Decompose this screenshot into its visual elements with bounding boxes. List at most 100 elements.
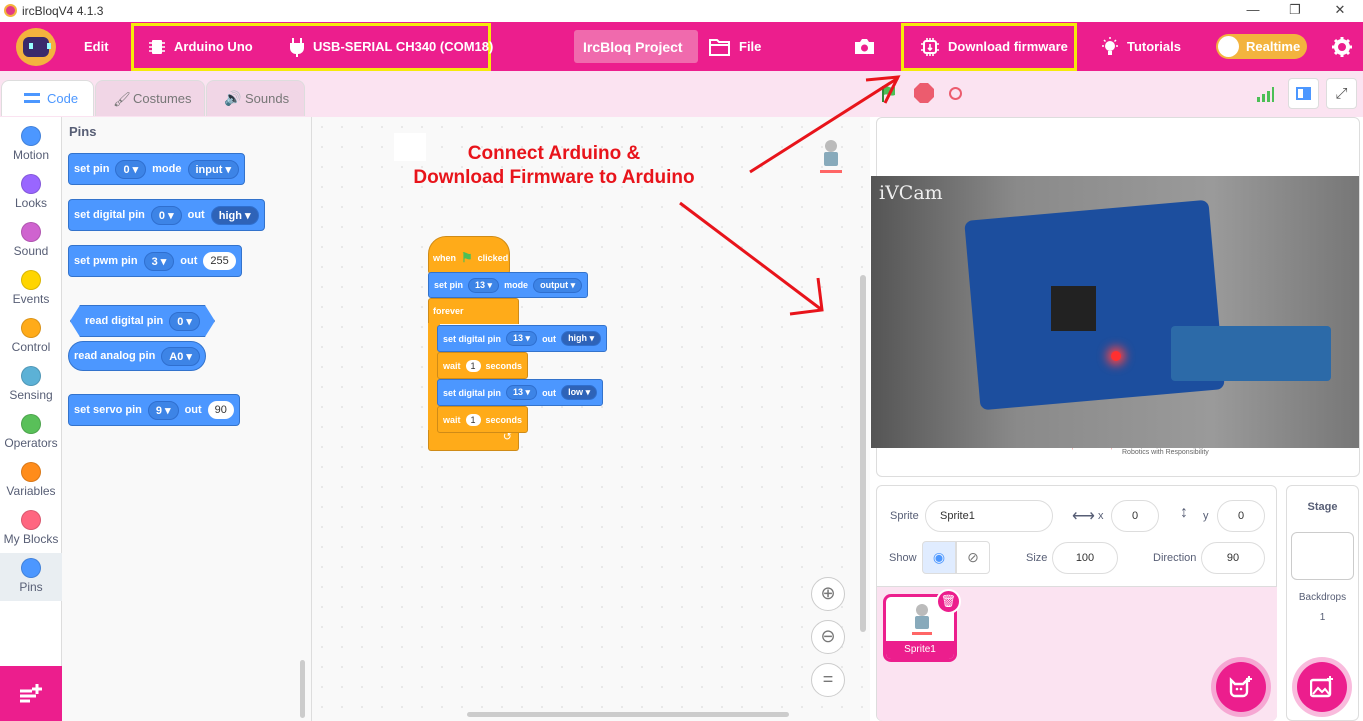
category-motion[interactable]: Motion	[0, 121, 62, 169]
set-pin-block[interactable]: set pin 0 ▾ mode input ▾	[68, 153, 245, 185]
zoom-out-button[interactable]: ⊖	[811, 620, 845, 654]
dropdown-value: high	[218, 209, 242, 222]
project-name-input[interactable]: IrcBloq Project	[574, 30, 698, 63]
ircbloq-logo[interactable]	[16, 28, 56, 66]
close-window-button[interactable]: ✕	[1320, 2, 1360, 20]
pin-dropdown[interactable]: 13 ▾	[506, 331, 538, 346]
pin-dropdown[interactable]: 0 ▾	[115, 159, 147, 179]
annotation-text: Connect Arduino & Download Firmware to A…	[396, 142, 712, 190]
set-digital-low-block[interactable]: set digital pin 13 ▾ out low ▾	[437, 379, 604, 406]
zoom-in-button[interactable]: ⊕	[811, 577, 845, 611]
choose-sprite-button[interactable]	[1216, 662, 1266, 712]
set-servo-pin-block[interactable]: set servo pin 9 ▾ out 90	[68, 394, 240, 426]
mode-dropdown[interactable]: input ▾	[187, 159, 239, 179]
wait-block-1[interactable]: wait 1 seconds	[437, 352, 529, 379]
category-operators[interactable]: Operators	[0, 409, 62, 457]
category-events[interactable]: Events	[0, 265, 62, 313]
pin-dropdown[interactable]: 0 ▾	[169, 312, 200, 331]
green-flag-icon[interactable]	[880, 85, 898, 103]
small-stage-button[interactable]	[1288, 78, 1319, 109]
dropdown-value: 13	[513, 387, 524, 397]
tab-sounds[interactable]: 🔊 Sounds	[206, 80, 305, 116]
block-label: set servo pin	[74, 404, 142, 416]
pin-dropdown[interactable]: 13 ▾	[468, 277, 500, 293]
category-label: My Blocks	[3, 532, 59, 546]
screenshot-button[interactable]	[854, 22, 875, 71]
workspace-vertical-scrollbar[interactable]	[860, 275, 866, 632]
wait-block-2[interactable]: wait 1 seconds	[437, 406, 529, 433]
gear-icon	[1332, 36, 1352, 57]
zoom-reset-button[interactable]: =	[811, 663, 845, 697]
level-dropdown[interactable]: high ▾	[561, 331, 602, 346]
x-input[interactable]: 0	[1111, 500, 1159, 532]
file-menu[interactable]: File	[709, 22, 761, 71]
title-bar: ircBloqV4 4.1.3 — ❐ ✕	[0, 0, 1363, 22]
block-label: out	[180, 255, 198, 267]
minimize-button[interactable]: —	[1233, 2, 1273, 20]
direction-input[interactable]: 90	[1201, 542, 1265, 574]
show-visible-button[interactable]: ◉	[922, 541, 956, 574]
record-icon[interactable]	[949, 87, 962, 100]
download-firmware-button[interactable]: Download firmware	[920, 22, 1068, 71]
category-sound[interactable]: Sound	[0, 217, 62, 265]
mode-dropdown[interactable]: output ▾	[533, 277, 583, 293]
tab-code[interactable]: Code	[1, 80, 94, 116]
fullscreen-button[interactable]: ⤢	[1326, 78, 1357, 109]
edit-menu[interactable]: Edit	[84, 22, 109, 71]
pin-dropdown[interactable]: 13 ▾	[506, 385, 538, 400]
category-control[interactable]: Control	[0, 313, 62, 361]
category-variables[interactable]: Variables	[0, 457, 62, 505]
set-pin-script-block[interactable]: set pin 13 ▾ mode output ▾	[428, 272, 589, 298]
camera-source-label: iVCam	[879, 182, 943, 204]
add-extension-button[interactable]	[0, 666, 62, 721]
block-label: seconds	[485, 360, 523, 371]
wait-seconds-input[interactable]: 1	[465, 359, 481, 372]
tab-costumes-label: Costumes	[133, 91, 192, 106]
set-digital-high-block[interactable]: set digital pin 13 ▾ out high ▾	[437, 325, 608, 352]
read-analog-pin-block[interactable]: read analog pin A0 ▾	[68, 341, 206, 371]
board-name: Arduino Uno	[174, 39, 253, 54]
show-hidden-button[interactable]: ⊘	[956, 541, 990, 574]
y-input[interactable]: 0	[1217, 500, 1265, 532]
port-selector[interactable]: USB-SERIAL CH340 (COM18)	[289, 22, 493, 71]
pwm-value-input[interactable]: 255	[203, 252, 236, 270]
annotation-line-1: Connect Arduino &	[467, 143, 641, 164]
download-firmware-label: Download firmware	[948, 39, 1068, 54]
servo-angle-input[interactable]: 90	[207, 401, 234, 419]
pin-dropdown[interactable]: 3 ▾	[143, 251, 175, 271]
level-dropdown[interactable]: low ▾	[561, 385, 598, 400]
category-sensing[interactable]: Sensing	[0, 361, 62, 409]
realtime-toggle[interactable]: Realtime	[1216, 34, 1307, 59]
dropdown-value: 0	[177, 315, 184, 328]
code-workspace[interactable]	[312, 117, 870, 721]
workspace-horizontal-scrollbar[interactable]	[467, 712, 789, 717]
sprite-name-input[interactable]: Sprite1	[925, 500, 1053, 532]
set-pwm-pin-block[interactable]: set pwm pin 3 ▾ out 255	[68, 245, 242, 277]
category-pins[interactable]: Pins	[0, 553, 62, 601]
level-dropdown[interactable]: high ▾	[210, 205, 259, 225]
eye-off-icon: ⊘	[967, 549, 979, 565]
stage-thumbnail[interactable]	[1291, 532, 1354, 580]
tutorials-button[interactable]: Tutorials	[1101, 22, 1181, 71]
pin-dropdown[interactable]: 0 ▾	[150, 205, 182, 225]
category-dot	[21, 222, 41, 242]
category-looks[interactable]: Looks	[0, 169, 62, 217]
stop-icon[interactable]	[914, 83, 934, 103]
maximize-button[interactable]: ❐	[1275, 2, 1315, 20]
delete-sprite-button[interactable]: 🗑	[936, 589, 961, 614]
board-selector[interactable]: Arduino Uno	[148, 22, 253, 71]
tab-costumes[interactable]: 🖌 Costumes	[95, 80, 205, 116]
set-digital-pin-block[interactable]: set digital pin 0 ▾ out high ▾	[68, 199, 265, 231]
block-label: out	[542, 387, 557, 398]
choose-backdrop-button[interactable]	[1297, 662, 1347, 712]
dropdown-value: 13	[475, 279, 486, 290]
pin-dropdown[interactable]: A0 ▾	[161, 346, 200, 366]
read-digital-pin-block[interactable]: read digital pin 0 ▾	[70, 305, 215, 337]
category-my-blocks[interactable]: My Blocks	[0, 505, 62, 553]
category-label: Pins	[19, 580, 43, 594]
palette-scrollbar[interactable]	[300, 660, 305, 718]
settings-button[interactable]	[1332, 22, 1352, 71]
pin-dropdown[interactable]: 9 ▾	[147, 400, 179, 420]
wait-seconds-input[interactable]: 1	[465, 413, 481, 426]
size-input[interactable]: 100	[1052, 542, 1118, 574]
